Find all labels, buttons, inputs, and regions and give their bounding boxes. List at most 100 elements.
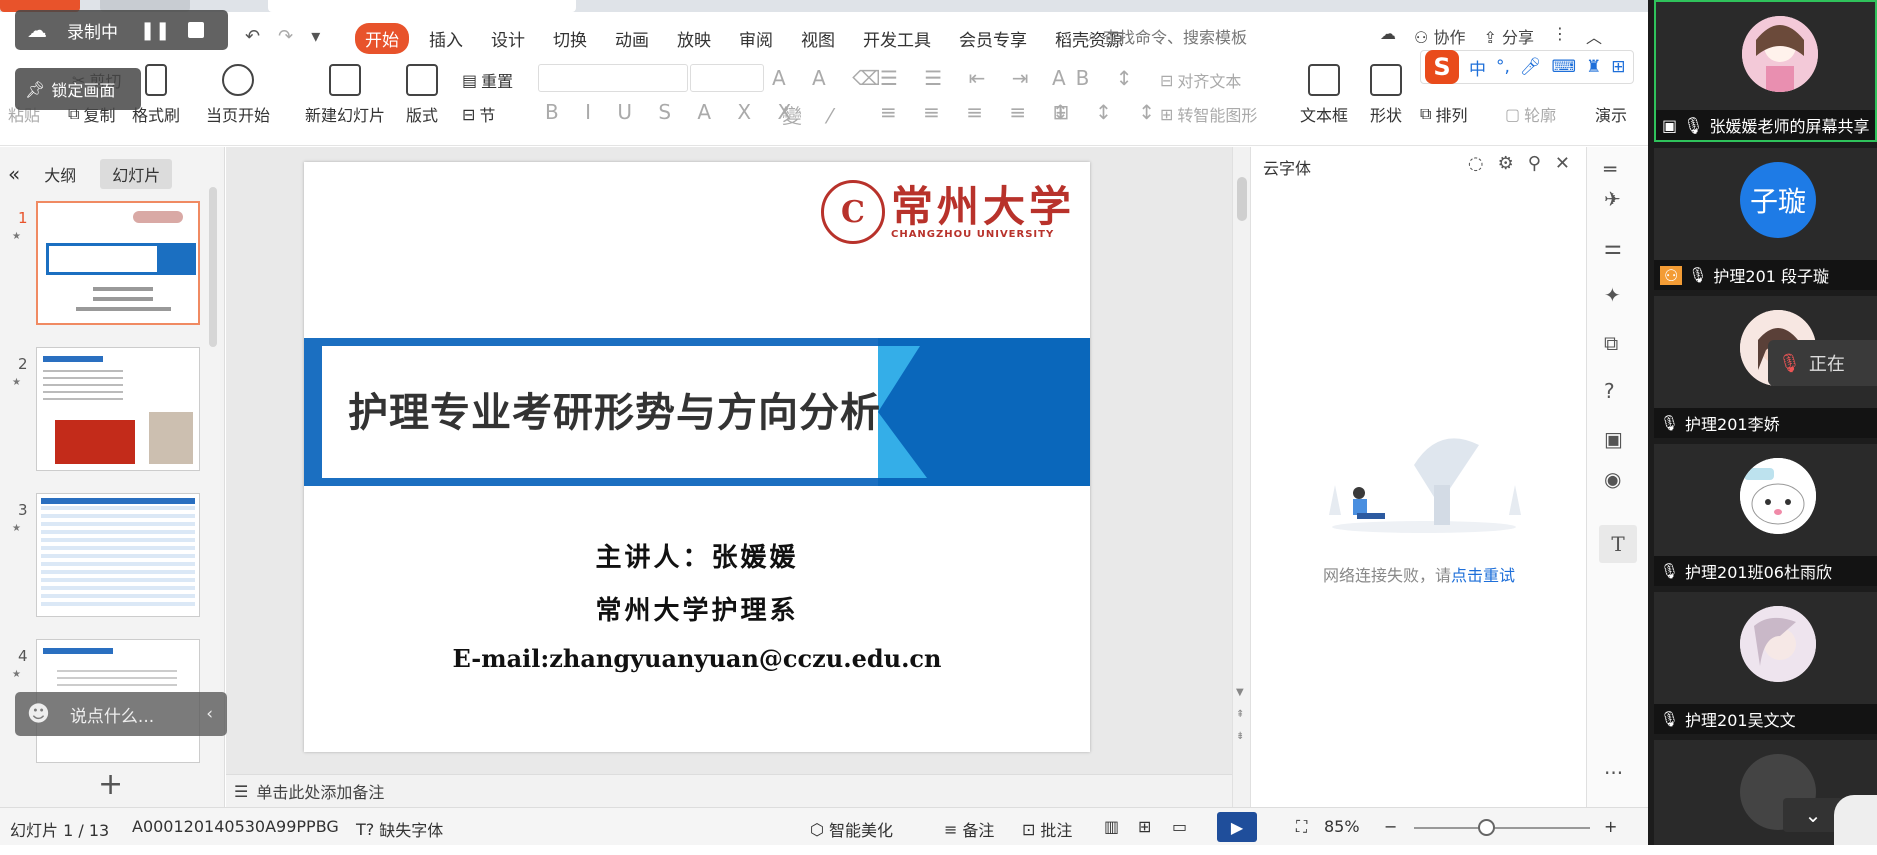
menu-insert[interactable]: 插入 bbox=[429, 26, 463, 51]
magic-icon[interactable]: ✦ bbox=[1604, 283, 1621, 307]
char-effects-icons[interactable]: 變 ⁄ bbox=[782, 100, 842, 129]
arrange-button[interactable]: ⧉ 排列 bbox=[1420, 102, 1467, 126]
chevron-left-icon[interactable]: ‹ bbox=[206, 704, 213, 724]
font-name-combo[interactable] bbox=[538, 64, 688, 92]
sorter-view-icon[interactable]: ⊞ bbox=[1138, 817, 1151, 836]
reading-view-icon[interactable]: ▭ bbox=[1172, 817, 1187, 836]
redo-icon[interactable]: ↷ bbox=[278, 26, 293, 47]
slide-title[interactable]: 护理专业考研形势与方向分析 bbox=[348, 380, 881, 438]
menu-review[interactable]: 审阅 bbox=[739, 26, 773, 51]
beautify-button[interactable]: ⬡ 智能美化 bbox=[810, 817, 893, 841]
undo-icon[interactable]: ↶ bbox=[245, 26, 260, 47]
missing-font-button[interactable]: T? 缺失字体 bbox=[356, 817, 443, 841]
slide-thumbnail-3[interactable] bbox=[36, 493, 200, 617]
list-icons[interactable]: ☰ ☰ ⇤ ⇥ bbox=[880, 66, 1038, 90]
outline-button[interactable]: ▢ 轮廓 bbox=[1505, 102, 1556, 126]
comment-button[interactable]: ⊡ 批注 bbox=[1022, 817, 1072, 841]
text-format-icon[interactable]: T bbox=[1599, 525, 1637, 563]
sogou-logo-icon[interactable]: S bbox=[1425, 50, 1459, 84]
start-current-button[interactable]: 当页开始 bbox=[206, 64, 270, 126]
zoom-level[interactable]: 85% bbox=[1324, 817, 1360, 836]
menu-view[interactable]: 视图 bbox=[801, 26, 835, 51]
collab-button[interactable]: ⚇ 协作 bbox=[1414, 24, 1465, 48]
command-search[interactable]: ⌕ 查找命令、搜索模板 bbox=[1088, 24, 1247, 48]
line-spacing-icons[interactable]: ↕ ↕ ↕ bbox=[1052, 100, 1165, 124]
microphone-icon[interactable]: 🎤︎ bbox=[1520, 57, 1542, 77]
collapse-panel-icon[interactable]: « bbox=[8, 162, 20, 186]
participant-tile-4[interactable]: 🎙︎ 护理201班06杜雨欣 bbox=[1654, 444, 1877, 586]
font-size-adjust-icons[interactable]: A A ⌫ bbox=[772, 66, 890, 90]
close-icon[interactable]: ✕ bbox=[1555, 153, 1570, 174]
fit-window-icon[interactable]: ⛶ bbox=[1296, 817, 1307, 837]
menu-slideshow[interactable]: 放映 bbox=[677, 26, 711, 51]
font-size-combo[interactable] bbox=[690, 64, 764, 92]
tab-outline[interactable]: 大纲 bbox=[32, 159, 88, 189]
normal-view-icon[interactable]: ▥ bbox=[1104, 817, 1119, 836]
menu-home[interactable]: 开始 bbox=[355, 22, 409, 54]
canvas-scroll-thumb[interactable] bbox=[1237, 177, 1247, 221]
chat-icon[interactable]: ◌ bbox=[1468, 153, 1484, 174]
add-slide-button[interactable]: + bbox=[98, 767, 123, 802]
skin-icon[interactable]: ♜ bbox=[1586, 57, 1601, 77]
text-direction-icons[interactable]: AB ↕ bbox=[1052, 66, 1143, 90]
more-icon[interactable]: ⋮ bbox=[1552, 24, 1568, 48]
zoom-out-icon[interactable]: − bbox=[1384, 817, 1397, 836]
reset-button[interactable]: ▤ 重置 bbox=[462, 68, 513, 92]
thumbnail-scrollbar[interactable] bbox=[209, 187, 217, 347]
department-line[interactable]: 常州大学护理系 bbox=[304, 590, 1090, 627]
presentation-tools-button[interactable]: 演示 bbox=[1595, 102, 1627, 126]
ime-chinese-mode[interactable]: 中 bbox=[1469, 55, 1486, 80]
menu-member[interactable]: 会员专享 bbox=[959, 26, 1027, 51]
cloud-sync-icon[interactable]: ☁ bbox=[1380, 24, 1396, 48]
notes-area[interactable]: ☰ 单击此处添加备注 bbox=[226, 774, 1232, 807]
section-button[interactable]: ⊟ 节 bbox=[462, 102, 495, 126]
drag-handle-icon[interactable]: ═ bbox=[1604, 157, 1616, 181]
ime-punct-mode[interactable]: °, bbox=[1496, 57, 1510, 77]
participant-tile-5[interactable]: 🎙︎ 护理201吴文文 bbox=[1654, 592, 1877, 734]
help-icon[interactable]: ? bbox=[1604, 379, 1615, 403]
slide-thumbnail-2[interactable] bbox=[36, 347, 200, 471]
panel-title[interactable]: 云字体 bbox=[1263, 155, 1311, 179]
more-tools-icon[interactable]: ··· bbox=[1604, 761, 1623, 785]
pin-icon[interactable]: ⚲ bbox=[1528, 153, 1541, 174]
menu-developer[interactable]: 开发工具 bbox=[863, 26, 931, 51]
share-button[interactable]: ⇪ 分享 bbox=[1483, 24, 1534, 48]
play-slideshow-button[interactable]: ▶ bbox=[1217, 812, 1257, 842]
collapse-ribbon-icon[interactable]: ︿ bbox=[1586, 24, 1602, 48]
notes-toggle-button[interactable]: ≡ 备注 bbox=[944, 817, 994, 841]
zoom-slider[interactable] bbox=[1414, 827, 1590, 829]
chat-input-bar[interactable]: ☻ 说点什么... ‹ bbox=[15, 692, 227, 736]
slide-editing-canvas[interactable]: C 常州大学 CHANGZHOU UNIVERSITY 护理专业考研形势与方向分… bbox=[226, 147, 1232, 774]
retry-link[interactable]: 点击重试 bbox=[1451, 566, 1515, 585]
menu-transition[interactable]: 切换 bbox=[553, 26, 587, 51]
lock-screen-button[interactable]: 📌︎ 锁定画面 bbox=[15, 68, 141, 110]
paragraph-align-icons[interactable]: ≡ ≡ ≡ ≡ ⊞ bbox=[880, 100, 1079, 124]
prev-slide-icon[interactable]: ⇞ bbox=[1236, 709, 1244, 720]
customize-icon[interactable]: ▾ bbox=[311, 26, 320, 47]
doc-tab-active[interactable] bbox=[268, 0, 576, 12]
rocket-icon[interactable]: ✈ bbox=[1604, 187, 1621, 211]
slide-thumbnail-1[interactable] bbox=[36, 201, 200, 325]
convert-smartart-button[interactable]: ⊞ 转智能图形 bbox=[1160, 102, 1257, 126]
font-style-icons[interactable]: B I U S A X X bbox=[545, 100, 801, 124]
layout-button[interactable]: 版式 bbox=[406, 64, 438, 126]
tab-slides[interactable]: 幻灯片 bbox=[100, 159, 173, 189]
zoom-in-icon[interactable]: + bbox=[1604, 817, 1617, 836]
adjust-icon[interactable]: ⚌ bbox=[1604, 235, 1622, 259]
align-text-button[interactable]: ⊟ 对齐文本 bbox=[1160, 68, 1241, 92]
toolbox-icon[interactable]: ⊞ bbox=[1611, 57, 1625, 77]
keyboard-icon[interactable]: ⌨ bbox=[1552, 57, 1577, 77]
email-line[interactable]: E-mail:zhangyuanyuan@cczu.edu.cn bbox=[304, 644, 1090, 673]
copy-layout-icon[interactable]: ⧉ bbox=[1604, 331, 1618, 355]
scroll-down-icon[interactable]: ▼ bbox=[1236, 687, 1244, 698]
canvas-scrollbar[interactable]: ▼ ⇞ ⇟ bbox=[1232, 147, 1250, 807]
emoji-icon[interactable]: ☻ bbox=[27, 702, 50, 727]
current-slide[interactable]: C 常州大学 CHANGZHOU UNIVERSITY 护理专业考研形势与方向分… bbox=[304, 162, 1090, 752]
location-icon[interactable]: ◉ bbox=[1604, 467, 1621, 491]
zoom-slider-knob[interactable] bbox=[1478, 819, 1495, 836]
textbox-button[interactable]: 文本框 bbox=[1300, 64, 1348, 126]
shape-button[interactable]: 形状 bbox=[1370, 64, 1402, 126]
participant-tile-2[interactable]: 子璇 ⚇ 🎙︎ 护理201 段子璇 bbox=[1654, 148, 1877, 290]
settings-icon[interactable]: ⚙ bbox=[1498, 153, 1514, 174]
participant-tile-1[interactable]: ▣ 🎙︎ 张媛媛老师的屏幕共享 bbox=[1654, 0, 1877, 142]
